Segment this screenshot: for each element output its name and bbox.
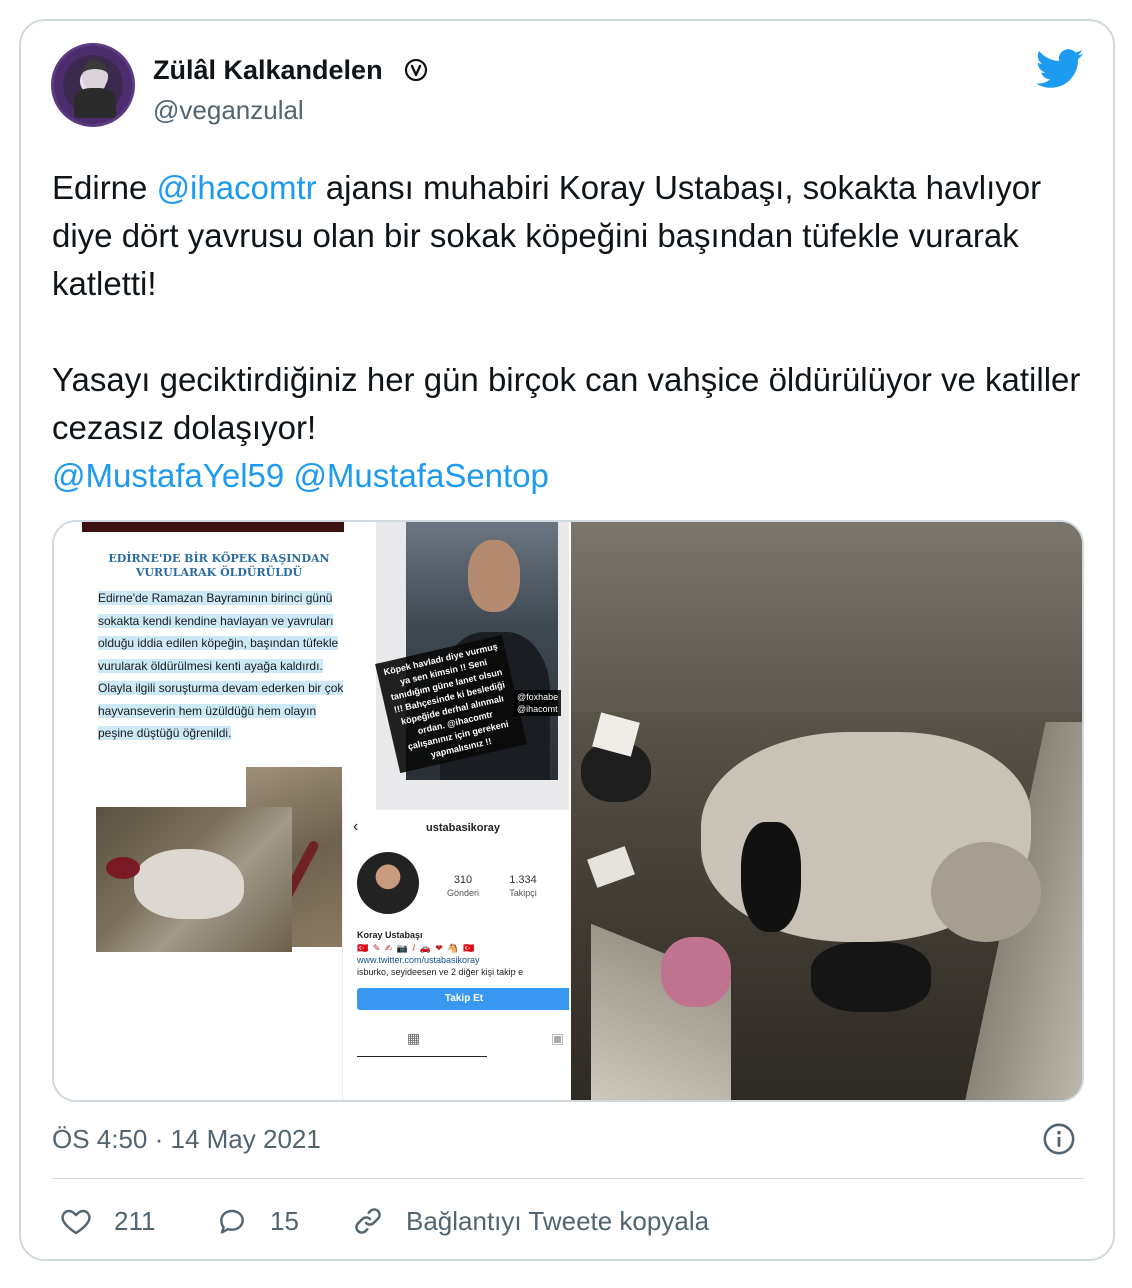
trash-bag: [811, 942, 931, 1012]
ig-posts-stat: 310 Gönderi: [433, 874, 493, 900]
ig-posts-count: 310: [453, 874, 473, 886]
back-chevron-icon: ‹: [353, 818, 359, 835]
ig-followers-label: Takipçi: [509, 888, 537, 898]
trash-bag: [741, 822, 801, 932]
instagram-profile: ‹ ustabasikoray 310 Gönderi 1.334 Takipç…: [342, 810, 569, 1100]
ig-username: ustabasikoray: [426, 822, 500, 834]
mention-mustafasentop[interactable]: @MustafaSentop: [293, 457, 548, 494]
ig-fullname: Koray Ustabaşı: [357, 930, 423, 940]
tweet-media[interactable]: EDİRNE'DE BİR KÖPEK BAŞINDAN VURULARAK Ö…: [52, 520, 1084, 1102]
dog-photo-small: [96, 807, 292, 952]
heart-icon: [61, 1209, 91, 1235]
ig-emoji-line: 🇹🇷 ✎ ✍ 📷 / 🚗 ❤ 🐴 🇹🇷: [357, 943, 476, 953]
tweet-text-span: Edirne: [52, 169, 157, 206]
avatar-face: [82, 60, 108, 90]
story-face: [468, 540, 520, 612]
news-body: Edirne'de Ramazan Bayramının birinci gün…: [98, 587, 348, 745]
dog-shape: [134, 849, 244, 919]
verified-badge-icon: [404, 58, 428, 82]
tweet-paragraph-1: Edirne @ihacomtr ajansı muhabiri Koray U…: [52, 164, 1092, 308]
tweet-mentions-line: @MustafaYel59 @MustafaSentop: [52, 452, 1092, 500]
news-body-text: Edirne'de Ramazan Bayramının birinci gün…: [98, 591, 344, 740]
ig-bio-link: www.twitter.com/ustabasikoray: [357, 955, 480, 965]
news-banner: [82, 522, 344, 532]
news-headline: EDİRNE'DE BİR KÖPEK BAŞINDAN VURULARAK Ö…: [108, 552, 330, 579]
copy-link-label: Bağlantıyı Tweete kopyala: [406, 1205, 710, 1236]
ig-followed-by: isburko, seyideesen ve 2 diğer kişi taki…: [357, 967, 524, 977]
author-name[interactable]: Zülâl Kalkandelen: [153, 55, 383, 86]
tweet-timestamp[interactable]: ÖS 4:50 · 14 May 2021: [52, 1124, 321, 1155]
story-tags: @foxhabe @ihacomt: [514, 690, 562, 716]
mention-ihacomtr[interactable]: @ihacomtr: [157, 169, 317, 206]
copy-link-action[interactable]: Bağlantıyı Tweete kopyala: [352, 1199, 709, 1243]
ig-tab-underline: [357, 1056, 487, 1057]
info-icon[interactable]: [1042, 1122, 1076, 1156]
pink-bag: [661, 937, 731, 1007]
tweet-paragraph-2: Yasayı geciktirdiğiniz her gün birçok ca…: [52, 361, 1081, 446]
collage-image[interactable]: EDİRNE'DE BİR KÖPEK BAŞINDAN VURULARAK Ö…: [54, 522, 569, 1100]
ig-followers-count: 1.334: [509, 874, 537, 886]
ig-posts-label: Gönderi: [446, 888, 480, 898]
paper-scrap: [587, 846, 635, 888]
reply-count: 15: [270, 1205, 299, 1236]
tagged-icon: ▣: [551, 1030, 565, 1046]
dog-head: [931, 842, 1041, 942]
like-action[interactable]: 211: [60, 1199, 155, 1243]
mention-mustafayel59[interactable]: @MustafaYel59: [52, 457, 284, 494]
bin-wall: [571, 522, 1082, 712]
ig-followers-stat: 1.334 Takipçi: [493, 874, 553, 900]
footer-divider: [52, 1178, 1084, 1179]
author-handle[interactable]: @veganzulal: [153, 95, 304, 126]
link-icon: [355, 1208, 381, 1234]
reply-action[interactable]: 15: [216, 1199, 299, 1243]
instagram-story: Köpek havladı diye vurmuş ya sen kimsin …: [375, 522, 569, 810]
blood-stain: [106, 857, 140, 879]
grid-icon: ▦: [407, 1030, 421, 1046]
dog-photo-large[interactable]: [571, 522, 1082, 1100]
reply-bubble-icon: [220, 1209, 244, 1234]
like-count: 211: [114, 1205, 156, 1236]
twitter-bird-icon[interactable]: [1036, 49, 1084, 89]
ig-follow-button: Takip Et: [357, 988, 569, 1010]
avatar-body: [74, 88, 116, 118]
author-avatar[interactable]: [51, 43, 135, 127]
tweet-text: Edirne @ihacomtr ajansı muhabiri Koray U…: [52, 164, 1092, 500]
ig-profile-picture: [357, 852, 419, 914]
